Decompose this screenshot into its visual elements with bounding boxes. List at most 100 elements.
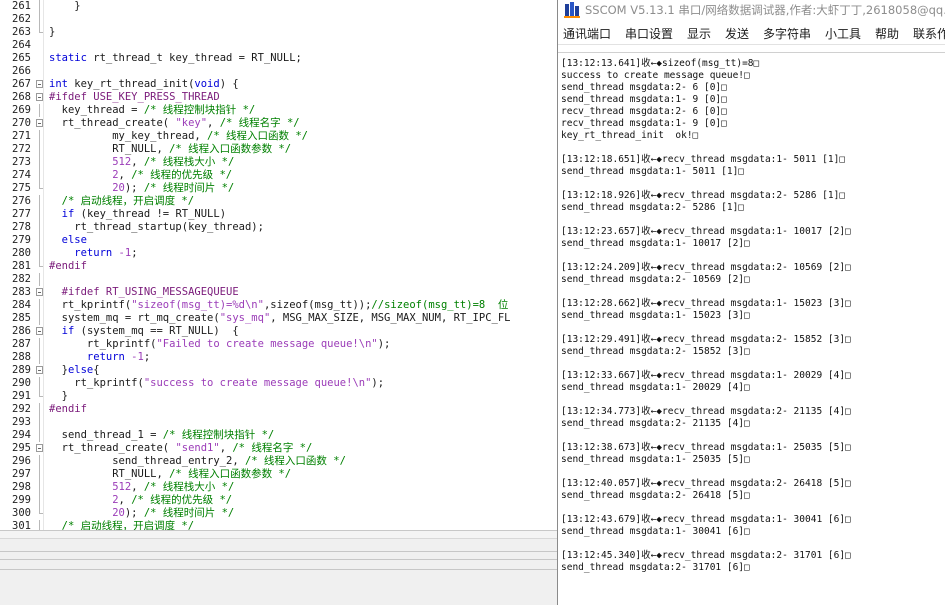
code-line[interactable]: 288 return -1; — [0, 351, 557, 364]
code-token: RT_NULL, — [49, 468, 170, 480]
code-line[interactable]: 290 rt_kprintf("success to create messag… — [0, 377, 557, 390]
fold-guide-line — [39, 429, 40, 442]
code-token: static — [49, 52, 87, 64]
menu-display[interactable]: 显示 — [687, 26, 711, 42]
code-line[interactable]: 270 rt_thread_create( "key", /* 线程名字 */ — [0, 117, 557, 130]
fold-toggle-icon[interactable] — [36, 93, 43, 101]
menu-help[interactable]: 帮助 — [875, 26, 899, 42]
code-token: ); — [377, 338, 391, 350]
code-line[interactable]: 294 send_thread_1 = /* 线程控制块指针 */ — [0, 429, 557, 442]
code-text: if (key_thread != RT_NULL) — [49, 208, 226, 221]
fold-toggle-icon[interactable] — [36, 288, 43, 296]
horizontal-scrollbar[interactable] — [0, 531, 557, 539]
code-line[interactable]: 262 — [0, 13, 557, 26]
log-line: [13:12:18.926]收←◆recv_thread msgdata:2- … — [561, 190, 846, 201]
fold-guide-line — [39, 234, 40, 247]
code-line[interactable]: 263} — [0, 26, 557, 39]
code-line[interactable]: 282 — [0, 273, 557, 286]
code-line[interactable]: 277 if (key_thread != RT_NULL) — [0, 208, 557, 221]
code-line[interactable]: 280 return -1; — [0, 247, 557, 260]
log-line: [13:12:45.340]收←◆recv_thread msgdata:2- … — [561, 550, 851, 561]
receive-log[interactable]: [13:12:13.641]收←◆sizeof(msg_tt)=8□ succes… — [558, 52, 945, 605]
code-token: /* 线程的优先级 */ — [131, 494, 233, 506]
fold-toggle-icon[interactable] — [36, 80, 43, 88]
line-number: 295 — [12, 442, 31, 454]
log-line: [13:12:34.773]收←◆recv_thread msgdata:2- … — [561, 406, 851, 417]
code-text: return -1; — [49, 247, 138, 260]
code-line[interactable]: 272 RT_NULL, /* 线程入口函数参数 */ — [0, 143, 557, 156]
fold-guide-line — [39, 247, 40, 260]
code-line[interactable]: 267 int key_rt_thread_init(void) { — [0, 78, 557, 91]
code-line[interactable]: 265 static rt_thread_t key_thread = RT_NU… — [0, 52, 557, 65]
menu-send[interactable]: 发送 — [725, 26, 749, 42]
fold-toggle-icon[interactable] — [36, 444, 43, 452]
code-line[interactable]: 281 #endif — [0, 260, 557, 273]
menu-multi-string[interactable]: 多字符串 — [763, 26, 811, 42]
code-line[interactable]: 264 — [0, 39, 557, 52]
code-line[interactable]: 295 rt_thread_create( "send1", /* 线程名字 *… — [0, 442, 557, 455]
code-token: (system_mq == RT_NULL) { — [74, 325, 239, 337]
menu-comm-port[interactable]: 通讯端口 — [563, 26, 611, 42]
code-line[interactable]: 293 — [0, 416, 557, 429]
fold-guide-line — [39, 13, 40, 26]
log-line: [13:12:40.057]收←◆recv_thread msgdata:2- … — [561, 478, 851, 489]
code-line[interactable]: 299 2, /* 线程的优先级 */ — [0, 494, 557, 507]
fold-guide-line — [39, 208, 40, 221]
line-number: 288 — [12, 351, 31, 363]
code-line[interactable]: 292 #endif — [0, 403, 557, 416]
code-line[interactable]: 274 2, /* 线程的优先级 */ — [0, 169, 557, 182]
line-number: 294 — [12, 429, 31, 441]
code-text: #endif — [49, 403, 87, 416]
menu-tools[interactable]: 小工具 — [825, 26, 861, 42]
line-number: 265 — [12, 52, 31, 64]
code-line[interactable]: 284 rt_kprintf("sizeof(msg_tt)=%d\n",siz… — [0, 299, 557, 312]
code-line[interactable]: 278 rt_thread_startup(key_thread); — [0, 221, 557, 234]
code-line[interactable]: 291 } — [0, 390, 557, 403]
code-line[interactable]: 276 /* 启动线程，开启调度 */ — [0, 195, 557, 208]
code-token: #ifdef RT_USING_MESSAGEQUEUE — [49, 286, 239, 298]
output-panel[interactable] — [0, 530, 557, 605]
fold-toggle-icon[interactable] — [36, 366, 43, 374]
fold-toggle-icon[interactable] — [36, 327, 43, 335]
log-line: send_thread msgdata:2- 6 [0]□ — [561, 82, 727, 93]
code-token: , — [131, 156, 144, 168]
code-line[interactable]: 296 send_thread_entry_2, /* 线程入口函数 */ — [0, 455, 557, 468]
code-line[interactable]: 269 key_thread = /* 线程控制块指针 */ — [0, 104, 557, 117]
code-token: /* 线程控制块指针 */ — [143, 104, 256, 116]
menu-serial-settings[interactable]: 串口设置 — [625, 26, 673, 42]
code-token: ; — [131, 247, 138, 259]
code-line[interactable]: 286 if (system_mq == RT_NULL) { — [0, 325, 557, 338]
fold-toggle-icon[interactable] — [36, 119, 43, 127]
code-line[interactable]: 266 — [0, 65, 557, 78]
window-titlebar[interactable]: SSCOM V5.13.1 串口/网络数据调试器,作者:大虾丁丁,2618058… — [558, 0, 945, 21]
code-line[interactable]: 275 20); /* 线程时间片 */ — [0, 182, 557, 195]
code-editor[interactable]: 261 } 262 263} 264 265 static rt_thread_t key… — [0, 0, 557, 530]
code-token: /* 线程栈大小 */ — [143, 481, 235, 493]
code-line[interactable]: 271 my_key_thread, /* 线程入口函数 */ — [0, 130, 557, 143]
code-line[interactable]: 300 20); /* 线程时间片 */ — [0, 507, 557, 520]
line-number: 278 — [12, 221, 31, 233]
code-text: return -1; — [49, 351, 150, 364]
code-line[interactable]: 297 RT_NULL, /* 线程入口函数参数 */ — [0, 468, 557, 481]
menu-contact[interactable]: 联系作 — [913, 26, 945, 42]
code-line[interactable]: 285 system_mq = rt_mq_create("sys_mq", M… — [0, 312, 557, 325]
code-line[interactable]: 283 #ifdef RT_USING_MESSAGEQUEUE — [0, 286, 557, 299]
line-number: 296 — [12, 455, 31, 467]
code-text: rt_kprintf("success to create message qu… — [49, 377, 384, 390]
line-number: 264 — [12, 39, 31, 51]
code-line[interactable]: 301 /* 启动线程，开启调度 */ — [0, 520, 557, 530]
code-text: #endif — [49, 260, 87, 273]
code-line[interactable]: 268 #ifdef USE_KEY_PRESS_THREAD — [0, 91, 557, 104]
log-line: send_thread msgdata:1- 30041 [6]□ — [561, 526, 750, 537]
code-line[interactable]: 287 rt_kprintf("Failed to create message… — [0, 338, 557, 351]
code-line[interactable]: 298 512, /* 线程栈大小 */ — [0, 481, 557, 494]
code-text: send_thread_1 = /* 线程控制块指针 */ — [49, 429, 275, 442]
log-line: [13:12:43.679]收←◆recv_thread msgdata:1- … — [561, 514, 851, 525]
code-line[interactable]: 261 } — [0, 0, 557, 13]
sscom-window: SSCOM V5.13.1 串口/网络数据调试器,作者:大虾丁丁,2618058… — [557, 0, 945, 605]
code-text: } — [49, 0, 80, 13]
fold-guide-line — [39, 520, 40, 530]
code-line[interactable]: 279 else — [0, 234, 557, 247]
code-line[interactable]: 273 512, /* 线程栈大小 */ — [0, 156, 557, 169]
code-line[interactable]: 289 }else{ — [0, 364, 557, 377]
